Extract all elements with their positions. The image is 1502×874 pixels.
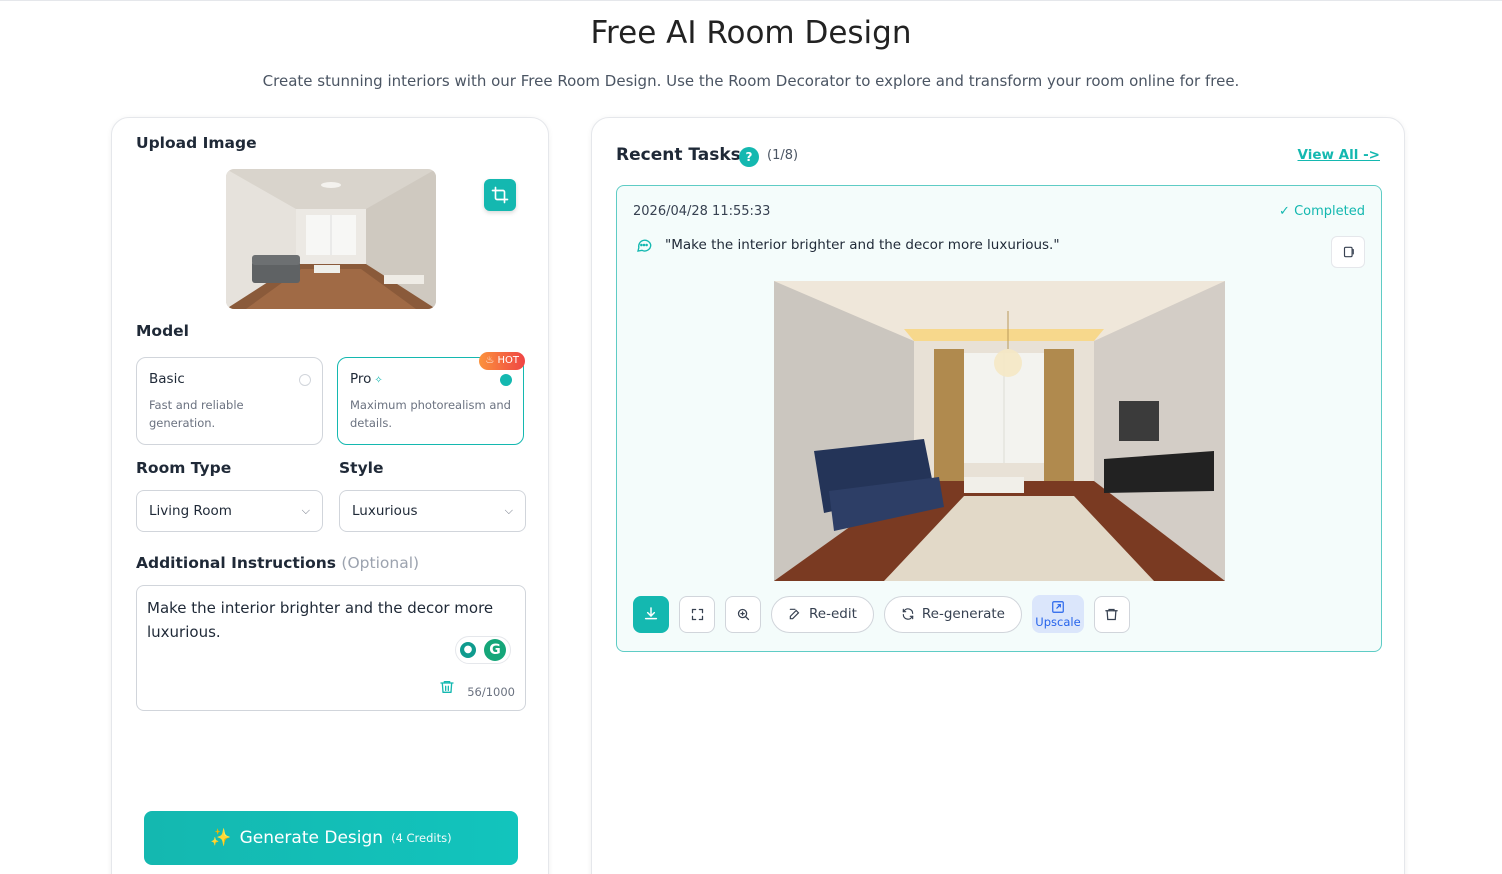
lightbulb-icon: ● bbox=[460, 642, 476, 658]
hot-badge-label: HOT bbox=[497, 355, 520, 366]
style-label: Style bbox=[339, 459, 384, 477]
view-all-link[interactable]: View All -> bbox=[1298, 147, 1380, 163]
help-icon[interactable]: ? bbox=[739, 147, 759, 167]
status-label: Completed bbox=[1294, 204, 1365, 219]
char-counter: 56/1000 bbox=[467, 685, 515, 699]
grammarly-icon: G bbox=[484, 639, 506, 661]
trash-icon bbox=[440, 681, 454, 693]
task-count: (1/8) bbox=[767, 148, 799, 163]
grammarly-widget[interactable]: ● G bbox=[455, 636, 511, 664]
generate-label: Generate Design bbox=[239, 828, 384, 848]
check-icon: ✓ bbox=[1279, 204, 1290, 219]
task-timestamp: 2026/04/28 11:55:33 bbox=[633, 204, 771, 219]
zoom-button[interactable] bbox=[725, 595, 761, 633]
upload-image-label: Upload Image bbox=[136, 134, 257, 152]
download-button[interactable] bbox=[633, 595, 669, 633]
re-edit-label: Re-edit bbox=[809, 606, 857, 622]
model-name: Pro bbox=[350, 371, 372, 387]
recent-tasks-panel: Recent Tasks ? (1/8) View All -> 2026/04… bbox=[591, 117, 1405, 874]
expand-icon bbox=[691, 608, 703, 620]
optional-label: (Optional) bbox=[341, 554, 420, 572]
model-option-pro[interactable]: Pro ✧ Maximum photorealism and details. ♨… bbox=[337, 352, 525, 445]
fullscreen-button[interactable] bbox=[679, 595, 715, 633]
page-subtitle: Create stunning interiors with our Free … bbox=[262, 72, 1240, 90]
generated-room-image[interactable] bbox=[774, 281, 1225, 581]
re-generate-button[interactable]: Re-generate bbox=[883, 595, 1022, 633]
sparkle-icon: ✧ bbox=[374, 375, 383, 386]
instructions-label-text: Additional Instructions bbox=[136, 554, 337, 572]
upscale-icon bbox=[1052, 600, 1064, 613]
task-card: 2026/04/28 11:55:33 ✓ Completed "Make th… bbox=[616, 185, 1382, 652]
chevron-down-icon: ⌵ bbox=[301, 504, 310, 517]
model-description: Maximum photorealism and details. bbox=[350, 398, 511, 430]
task-prompt: "Make the interior brighter and the deco… bbox=[635, 236, 1060, 254]
crop-button[interactable] bbox=[484, 179, 516, 211]
copy-button[interactable] bbox=[1331, 236, 1365, 268]
generate-design-button[interactable]: ✨ Generate Design (4 Credits) bbox=[144, 811, 518, 865]
model-option-basic[interactable]: Basic Fast and reliable generation. bbox=[136, 357, 323, 445]
instructions-label: Additional Instructions (Optional) bbox=[136, 554, 419, 572]
model-radio-pro[interactable] bbox=[500, 374, 512, 386]
delete-button[interactable] bbox=[1093, 595, 1130, 633]
re-edit-button[interactable]: Re-edit bbox=[771, 595, 874, 633]
crop-icon bbox=[491, 186, 509, 204]
instructions-text: Make the interior brighter and the decor… bbox=[147, 599, 494, 641]
flame-icon: ♨ bbox=[485, 355, 495, 366]
instructions-textarea[interactable]: Make the interior brighter and the decor… bbox=[136, 585, 526, 711]
room-type-select[interactable]: Living Room ⌵ bbox=[136, 490, 323, 532]
room-type-label: Room Type bbox=[136, 459, 232, 477]
chevron-down-icon: ⌵ bbox=[504, 504, 513, 517]
task-actions: Re-edit Re-generate Upscale bbox=[633, 595, 1130, 633]
uploaded-room-image[interactable] bbox=[226, 169, 436, 309]
re-generate-label: Re-generate bbox=[921, 606, 1005, 622]
chat-bubble-icon bbox=[637, 239, 652, 252]
clear-text-button[interactable] bbox=[439, 678, 455, 702]
trash-icon bbox=[1105, 608, 1119, 620]
credits-label: (4 Credits) bbox=[391, 831, 452, 845]
edit-icon bbox=[789, 608, 800, 620]
status-badge: ✓ Completed bbox=[1279, 204, 1365, 219]
upscale-label: Upscale bbox=[1035, 614, 1081, 629]
upscale-button[interactable]: Upscale bbox=[1031, 595, 1084, 633]
model-name: Basic bbox=[149, 371, 185, 387]
recent-tasks-title: Recent Tasks bbox=[616, 145, 741, 165]
model-description: Fast and reliable generation. bbox=[149, 398, 244, 430]
room-type-value: Living Room bbox=[149, 503, 232, 519]
style-select[interactable]: Luxurious ⌵ bbox=[339, 490, 526, 532]
zoom-in-icon bbox=[737, 608, 749, 620]
page-title: Free AI Room Design bbox=[590, 15, 912, 51]
refresh-icon bbox=[902, 608, 914, 620]
task-prompt-text: "Make the interior brighter and the deco… bbox=[665, 237, 1060, 253]
copy-icon bbox=[1343, 246, 1354, 258]
hot-badge: ♨ HOT bbox=[479, 352, 525, 370]
model-label: Model bbox=[136, 322, 189, 340]
magic-wand-icon: ✨ bbox=[210, 828, 232, 848]
download-icon bbox=[644, 607, 658, 620]
style-value: Luxurious bbox=[352, 503, 418, 519]
model-radio-basic[interactable] bbox=[299, 374, 311, 386]
design-form-panel: Upload Image Model Basic Fast and reliab… bbox=[111, 117, 549, 874]
